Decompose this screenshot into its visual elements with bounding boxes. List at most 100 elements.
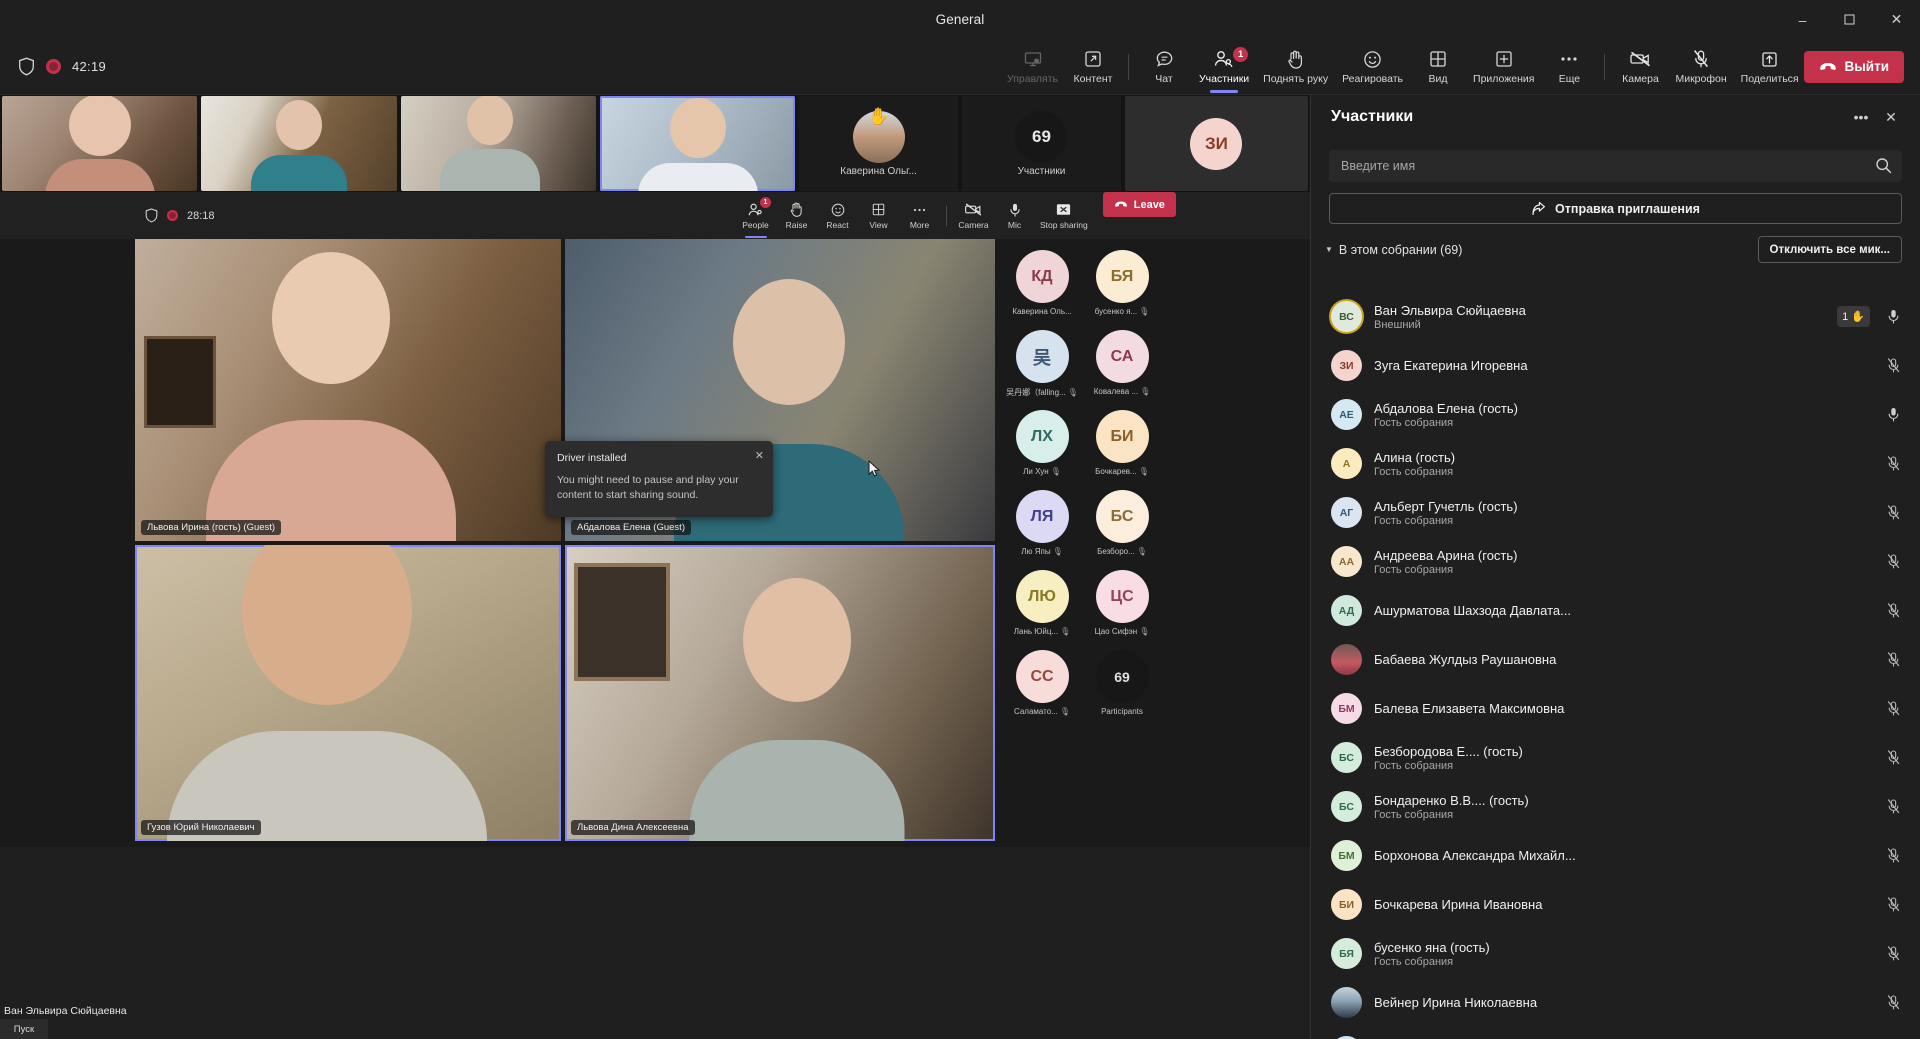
mic-off-icon[interactable] (1882, 749, 1904, 766)
toolbar-button-camera[interactable]: Камера (1612, 39, 1668, 95)
inner-avatar-cell[interactable]: 吴 吴丹娜（falling... 🎙 (1002, 330, 1082, 398)
leave-meeting-button[interactable]: Выйти (1803, 50, 1904, 83)
toolbar-label-share: Поделиться (1740, 72, 1799, 85)
inner-label-mic: Mic (1007, 219, 1022, 230)
minimize-button[interactable]: – (1779, 0, 1826, 39)
list-item[interactable]: Вейнер Ирина Николаевна (1311, 978, 1920, 1027)
mic-off-icon[interactable] (1882, 945, 1904, 962)
toolbar-button-react[interactable]: Реагировать (1335, 39, 1410, 95)
list-item[interactable]: ВС Ван Эльвира Сюйцаевна Внешний 1 ✋ (1311, 292, 1920, 341)
filmstrip-tile-3[interactable] (400, 96, 596, 191)
participants-list[interactable]: ВС Ван Эльвира Сюйцаевна Внешний 1 ✋ ЗИ З… (1311, 292, 1920, 1039)
filmstrip-tile-1[interactable] (2, 96, 198, 191)
inner-avatar-cell[interactable]: КД Каверина Оль... (1002, 250, 1082, 316)
filmstrip-tile-zuga[interactable]: ЗИ (1124, 96, 1309, 191)
mic-on-icon[interactable] (1882, 308, 1904, 325)
toolbar-button-more[interactable]: Еще (1541, 39, 1597, 95)
inner-video-tile-lvova-irina[interactable]: Львова Ирина (гость) (Guest) (135, 239, 561, 541)
search-icon[interactable] (1875, 157, 1892, 174)
inner-video-tile-guzov[interactable]: Гузов Юрий Николаевич (135, 545, 561, 841)
mic-off-icon[interactable] (1882, 553, 1904, 570)
toolbar-button-raise-hand[interactable]: Поднять руку (1256, 39, 1335, 95)
inner-video-tile-lvova-dina[interactable]: Львова Дина Алексеевна (565, 545, 995, 841)
inner-button-view[interactable]: View (858, 192, 899, 239)
inner-button-raise[interactable]: Raise (776, 192, 817, 239)
maximize-restore-button[interactable] (1826, 0, 1873, 39)
search-input[interactable] (1329, 150, 1902, 182)
toolbar-button-manage[interactable]: Управлять (1000, 39, 1065, 95)
filmstrip-tile-2[interactable] (201, 96, 397, 191)
filmstrip-avatar-kaverina[interactable]: ✋ Каверина Ольг... (799, 96, 959, 191)
close-button[interactable]: ✕ (1873, 0, 1920, 39)
list-item[interactable]: БС Бондаренко В.В.... (гость) Гость собр… (1311, 782, 1920, 831)
inner-avatar-cell[interactable]: СС Саламато... 🎙 (1002, 650, 1082, 716)
inner-avatar-cell[interactable]: ЛЯ Лю Япы 🎙 (1002, 490, 1082, 556)
list-item[interactable]: БС Безбородова Е.... (гость) Гость собра… (1311, 733, 1920, 782)
toolbar-button-participants[interactable]: Участники 1 (1192, 39, 1256, 95)
mic-off-icon[interactable] (1882, 798, 1904, 815)
inner-button-stop-sharing[interactable]: Stop sharing (1035, 192, 1093, 239)
participant-name: Андреева Арина (гость) (1374, 547, 1518, 563)
toolbar-button-apps[interactable]: Приложения (1466, 39, 1541, 95)
panel-more-icon[interactable]: ••• (1846, 102, 1876, 132)
mic-off-icon[interactable] (1882, 994, 1904, 1011)
inner-button-react[interactable]: React (817, 192, 858, 239)
inner-avatar-cell[interactable]: ЛЮ Лань Юйц... 🎙 (1002, 570, 1082, 636)
list-item[interactable]: БМ Борхонова Александра Михайл... (1311, 831, 1920, 880)
panel-close-icon[interactable]: ✕ (1876, 102, 1906, 132)
toolbar-button-view[interactable]: Вид (1410, 39, 1466, 95)
toolbar-button-content[interactable]: Контент (1065, 39, 1121, 95)
view-grid-icon (871, 202, 886, 218)
inner-avatar-name: Каверина Оль... (1012, 307, 1072, 316)
inner-avatar-cell[interactable]: БС Безборо... 🎙 (1082, 490, 1162, 556)
inner-avatar-cell[interactable]: СА Ковалева ... 🎙 (1082, 330, 1162, 396)
send-invitation-button[interactable]: Отправка приглашения (1329, 193, 1902, 224)
mic-off-icon[interactable] (1882, 847, 1904, 864)
share-up-icon (1760, 49, 1779, 70)
list-item[interactable]: АА Андреева Арина (гость) Гость собрания (1311, 537, 1920, 586)
inner-avatar-cell[interactable]: ЦС Цао Сифэн 🎙 (1082, 570, 1162, 636)
inner-button-more[interactable]: More (899, 192, 940, 239)
list-item[interactable]: АЕ Абдалова Елена (гость) Гость собрания (1311, 390, 1920, 439)
list-item[interactable]: АГ Альберт Гучетль (гость) Гость собрани… (1311, 488, 1920, 537)
list-item[interactable]: ВВ Волгин В.А. (ВАВТ Минэкон... (1311, 1027, 1920, 1039)
list-item[interactable]: А Алина (гость) Гость собрания (1311, 439, 1920, 488)
windows-start-button[interactable]: Пуск (0, 1019, 48, 1039)
list-item[interactable]: БИ Бочкарева Ирина Ивановна (1311, 880, 1920, 929)
participant-name: Зуга Екатерина Игоревна (1374, 358, 1528, 373)
mic-on-icon[interactable] (1882, 406, 1904, 423)
toolbar-button-chat[interactable]: Чат (1136, 39, 1192, 95)
mic-off-icon[interactable] (1882, 455, 1904, 472)
chevron-down-icon[interactable]: ▼ (1325, 245, 1333, 254)
mic-off-icon[interactable] (1882, 602, 1904, 619)
inner-avatar-cell[interactable]: ЛХ Ли Хун 🎙 (1002, 410, 1082, 476)
inner-button-mic[interactable]: Mic (994, 192, 1035, 239)
mic-off-icon[interactable] (1882, 357, 1904, 374)
inner-avatar-cell[interactable]: 69 Participants (1082, 650, 1162, 716)
inner-avatar-cell[interactable]: БИ Бочкарев... 🎙 (1082, 410, 1162, 476)
avatar: АД (1331, 595, 1362, 626)
mic-off-icon[interactable] (1882, 651, 1904, 668)
inner-label-stop-sharing: Stop sharing (1040, 219, 1088, 230)
inner-avatar-cell[interactable]: БЯ бусенко я... 🎙 (1082, 250, 1162, 316)
inner-button-camera[interactable]: Camera (953, 192, 994, 239)
list-item[interactable]: БМ Балева Елизавета Максимовна (1311, 684, 1920, 733)
mic-off-icon[interactable] (1882, 700, 1904, 717)
inner-button-people[interactable]: People 1 (735, 192, 776, 239)
list-item[interactable]: Бабаева Жулдыз Раушановна (1311, 635, 1920, 684)
list-item[interactable]: ЗИ Зуга Екатерина Игоревна (1311, 341, 1920, 390)
list-item[interactable]: АД Ашурматова Шахзода Давлата... (1311, 586, 1920, 635)
filmstrip-tile-4[interactable] (599, 96, 796, 191)
mic-off-icon[interactable] (1882, 504, 1904, 521)
content-share-icon (1083, 49, 1103, 70)
toast-close-icon[interactable]: ✕ (755, 449, 764, 462)
participant-name: Бондаренко В.В.... (гость) (1374, 792, 1529, 808)
mic-off-icon[interactable] (1882, 896, 1904, 913)
list-item[interactable]: БЯ бусенко яна (гость) Гость собрания (1311, 929, 1920, 978)
mute-all-button[interactable]: Отключить все мик... (1757, 236, 1902, 263)
filmstrip-avatar-participants-count[interactable]: 69 Участники (962, 96, 1121, 191)
shared-screen-region: 28:18 People 1 Raise React View More Cam… (0, 192, 1310, 847)
toolbar-button-microphone[interactable]: Микрофон (1668, 39, 1733, 95)
inner-leave-button[interactable]: Leave (1102, 192, 1176, 217)
participant-count-avatar: 69 (1095, 650, 1149, 703)
